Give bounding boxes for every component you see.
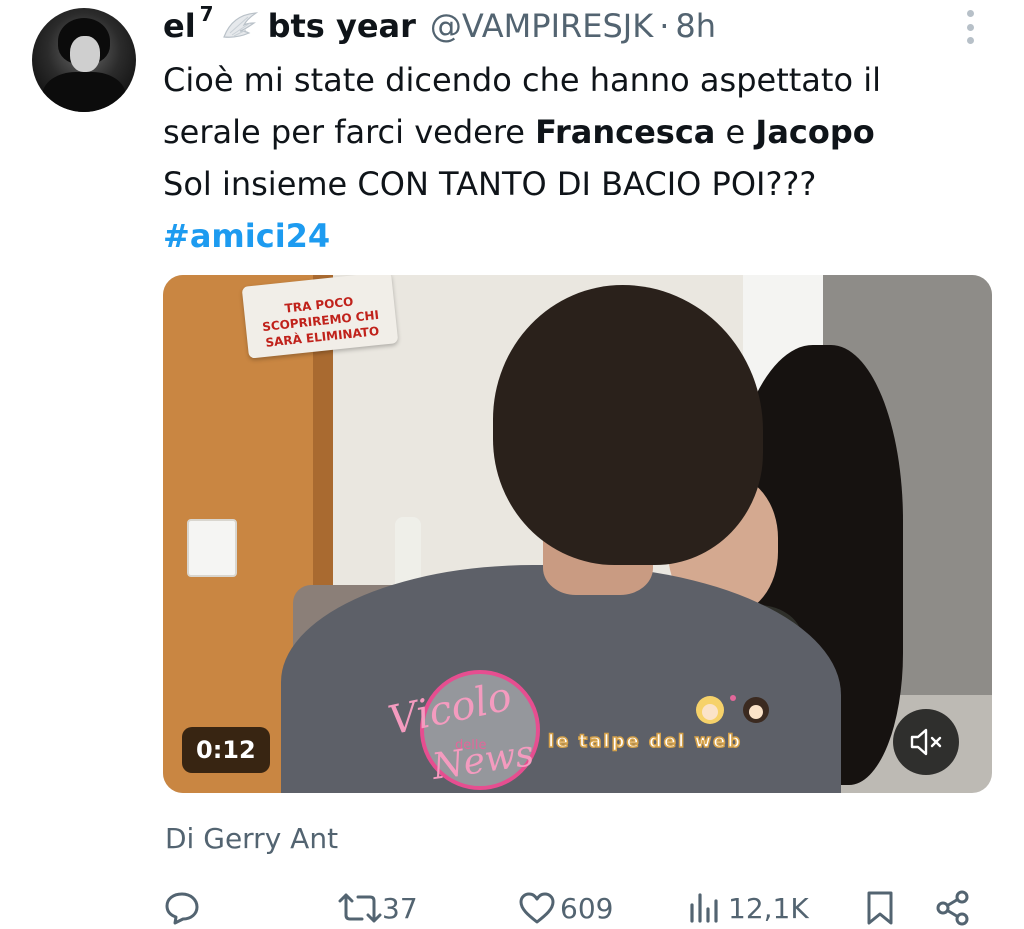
like-button[interactable]: 609 [518,884,613,929]
reply-button[interactable] [163,884,201,929]
hashtag-link[interactable]: #amici24 [163,210,983,262]
angel-wing-icon [222,11,258,41]
header-separator: · [659,7,670,45]
bookmark-button[interactable] [864,884,896,929]
avatar[interactable] [32,8,136,112]
reply-icon [165,892,199,925]
like-count: 609 [560,891,614,925]
tweet-line-2: serale per farci vedere Francesca e Jaco… [163,106,983,158]
tweet-name-jacopo: Jacopo [755,113,875,151]
heart-icon [519,892,555,924]
tweet-name-francesca: Francesca [535,113,716,151]
video-scene-switch [187,519,237,577]
more-options-icon[interactable] [960,10,980,44]
tweet-line-3: Sol insieme CON TANTO DI BACIO POI??? [163,165,817,203]
views-button[interactable]: 12,1K [688,884,809,929]
retweet-button[interactable]: 37 [338,884,418,929]
tweet-text: Cioè mi state dicendo che hanno aspettat… [163,54,983,262]
views-icon [690,893,718,923]
tweet-header: el 7 bts year @VAMPIRESJK · 8h [163,2,716,48]
action-bar: 37 609 12,1K [0,884,1024,929]
share-icon [936,890,969,926]
tweet-line-2-pre: serale per farci vedere [163,113,536,151]
retweet-count: 37 [382,891,418,925]
display-name[interactable]: el [163,7,196,45]
share-button[interactable] [935,884,971,929]
avatar-body [42,72,126,112]
more-dot [966,37,974,44]
watermark-cartoon-icon [696,695,769,724]
views-count: 12,1K [728,891,809,925]
mute-button[interactable] [893,709,959,775]
speaker-muted-icon [910,728,942,756]
tweet-line-2-mid: e [715,113,756,151]
retweet-icon [338,893,382,923]
more-dot [966,23,974,31]
bookmark-icon [867,891,893,925]
more-dot [966,10,974,17]
display-name-suffix[interactable]: bts year [268,7,416,45]
tweet: el 7 bts year @VAMPIRESJK · 8h Cioè mi s… [0,0,1024,929]
video-duration: 0:12 [182,727,270,773]
display-name-superscript: 7 [199,2,214,26]
user-handle[interactable]: @VAMPIRESJK [430,7,653,45]
tweet-line-1: Cioè mi state dicendo che hanno aspettat… [163,61,881,99]
watermark-talpe: le talpe del web [547,730,743,753]
video-player[interactable]: TRA POCO SCOPRIREMO CHI SARÀ ELIMINATO 0… [163,275,992,793]
source-attribution: Di Gerry Ant [165,822,339,855]
tweet-time[interactable]: 8h [675,7,716,45]
avatar-face [70,36,100,72]
